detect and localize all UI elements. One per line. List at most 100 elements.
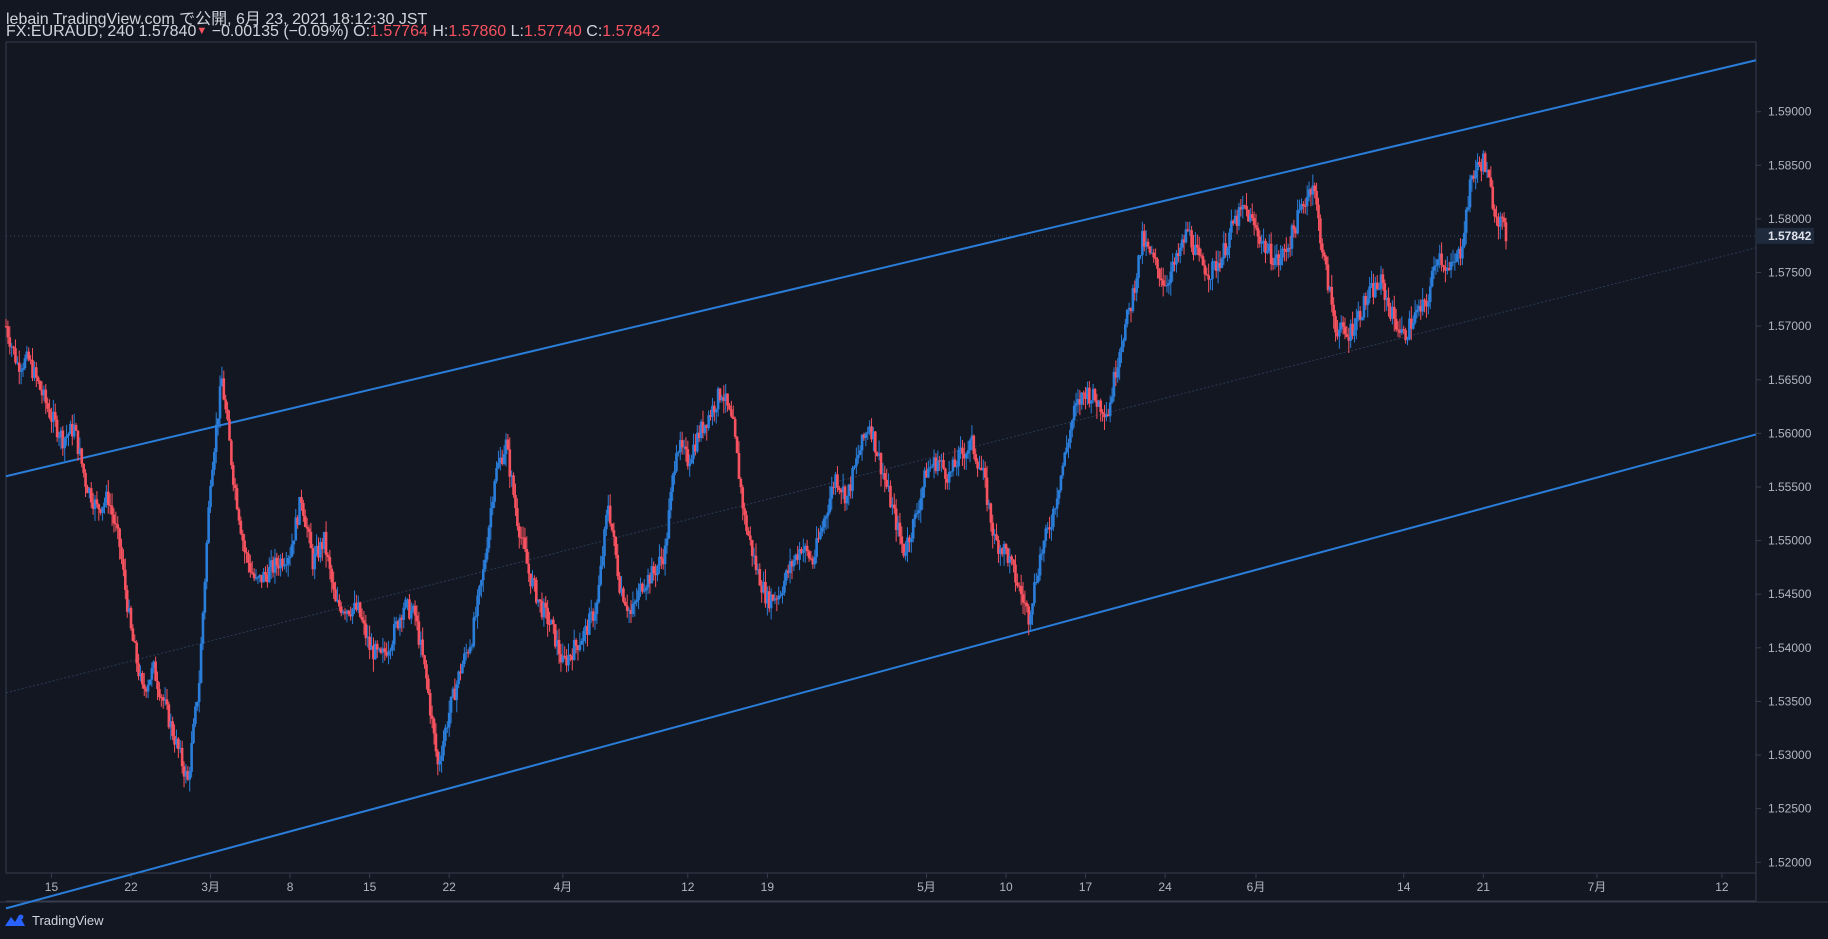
- candle-body-down: [264, 572, 267, 575]
- candle-body-down: [838, 487, 841, 490]
- price-chart[interactable]: 1.52000 1.52500 1.53000 1.53500 1.54000 1.545…: [0, 0, 1828, 939]
- candle-body-up: [1360, 317, 1364, 320]
- candle-body-up: [188, 771, 192, 780]
- candle-body-up: [502, 454, 506, 464]
- candle-body-up: [197, 682, 201, 702]
- candle-body-down: [239, 520, 243, 534]
- candle-body-down: [332, 582, 335, 590]
- candle-body-up: [1415, 309, 1419, 313]
- candle-body-up: [830, 486, 834, 499]
- candle-body-down: [574, 639, 578, 646]
- candle-body-up: [631, 603, 635, 614]
- candle-body-up: [1124, 324, 1127, 341]
- candle-body-up: [1074, 403, 1078, 406]
- high-label: H:: [432, 23, 449, 40]
- candle-body-up: [493, 481, 496, 502]
- candle-body-down: [46, 403, 49, 409]
- candle-body-up: [1108, 402, 1112, 417]
- candle-body-up: [820, 527, 824, 532]
- candle-body-up: [1411, 322, 1415, 329]
- candle-body-up: [1368, 286, 1371, 299]
- candle-body-down: [158, 688, 161, 698]
- candle-body-down: [36, 377, 40, 382]
- candle-body-up: [440, 755, 443, 761]
- candle-body-up: [207, 507, 210, 543]
- candle-body-down: [249, 562, 252, 573]
- candle-body-up: [864, 433, 868, 439]
- candle-body-down: [1396, 329, 1400, 331]
- candle-body-down: [508, 449, 512, 477]
- candle-body-down: [141, 673, 144, 685]
- candle-body-up: [438, 760, 442, 765]
- candle-body-down: [226, 409, 229, 420]
- candle-body-up: [633, 602, 637, 604]
- tradingview-branding[interactable]: TradingView: [4, 910, 104, 930]
- candle-body-up: [1209, 279, 1212, 281]
- candle-body-down: [735, 436, 739, 453]
- candle-body-down: [309, 531, 313, 549]
- candle-body-up: [57, 437, 61, 439]
- candle-body-down: [743, 508, 746, 516]
- candle-body-down: [533, 578, 536, 580]
- candle-body-up: [690, 458, 693, 464]
- candle-body-down: [898, 522, 902, 537]
- candle-body-up: [1428, 286, 1432, 303]
- candle-body-down: [338, 599, 341, 607]
- candle-body-down: [660, 556, 663, 559]
- candle-body-up: [495, 467, 498, 482]
- price-tick-label: 1.54500: [1768, 587, 1812, 601]
- price-tick-label: 1.53500: [1768, 694, 1812, 708]
- candle-body-up: [489, 508, 493, 528]
- candle-body-up: [913, 514, 917, 520]
- candle-body-down: [1315, 191, 1318, 205]
- candle-body-up: [192, 723, 195, 744]
- candle-body-up: [455, 684, 459, 701]
- candle-body-down: [622, 588, 625, 602]
- candle-body-down: [1383, 283, 1387, 301]
- candle-body-down: [739, 478, 743, 488]
- candle-body-down: [142, 684, 146, 689]
- candle-body-up: [101, 506, 104, 513]
- candle-body-down: [730, 409, 733, 417]
- candle-body-down: [552, 619, 555, 625]
- candle-body-down: [53, 411, 57, 420]
- time-tick-label: 4月: [553, 880, 572, 894]
- candle-body-up: [677, 452, 680, 454]
- candle-body-down: [1442, 265, 1445, 268]
- candle-body-up: [445, 727, 449, 729]
- candle-body-up: [404, 599, 407, 608]
- candle-body-down: [131, 628, 135, 642]
- candle-body-up: [1281, 248, 1284, 258]
- candle-body-up: [21, 368, 25, 370]
- candle-body-up: [1057, 490, 1061, 499]
- candle-body-up: [673, 471, 676, 476]
- candle-body-down: [247, 553, 250, 563]
- candle-body-down: [983, 468, 987, 478]
- candle-body-up: [23, 358, 27, 369]
- candle-body-down: [44, 389, 48, 404]
- candle-body-up: [567, 654, 570, 666]
- time-tick-label: 17: [1079, 880, 1093, 894]
- candle-body-down: [544, 602, 548, 608]
- candle-body-up: [819, 531, 822, 539]
- candle-body-up: [470, 646, 474, 648]
- candle-body-up: [387, 651, 390, 656]
- price-change: −0.00135 (−0.09%): [211, 23, 349, 40]
- candle-body-down: [230, 440, 233, 466]
- candle-body-up: [917, 510, 921, 514]
- candle-body-down: [879, 453, 883, 475]
- candle-body-down: [1154, 257, 1157, 260]
- candle-body-up: [1031, 603, 1034, 615]
- candle-body-down: [1440, 253, 1443, 266]
- candle-body-up: [1137, 255, 1140, 279]
- candle-body-down: [1205, 274, 1209, 276]
- candle-body-down: [364, 623, 368, 639]
- candle-body-down: [326, 554, 330, 558]
- candle-body-up: [1044, 528, 1048, 541]
- candle-body-up: [593, 613, 597, 621]
- candle-body-down: [569, 654, 572, 656]
- candle-body-down: [1332, 304, 1335, 317]
- time-tick-label: 8: [287, 880, 294, 894]
- candle-body-up: [1430, 270, 1434, 287]
- candle-body-up: [1061, 465, 1065, 476]
